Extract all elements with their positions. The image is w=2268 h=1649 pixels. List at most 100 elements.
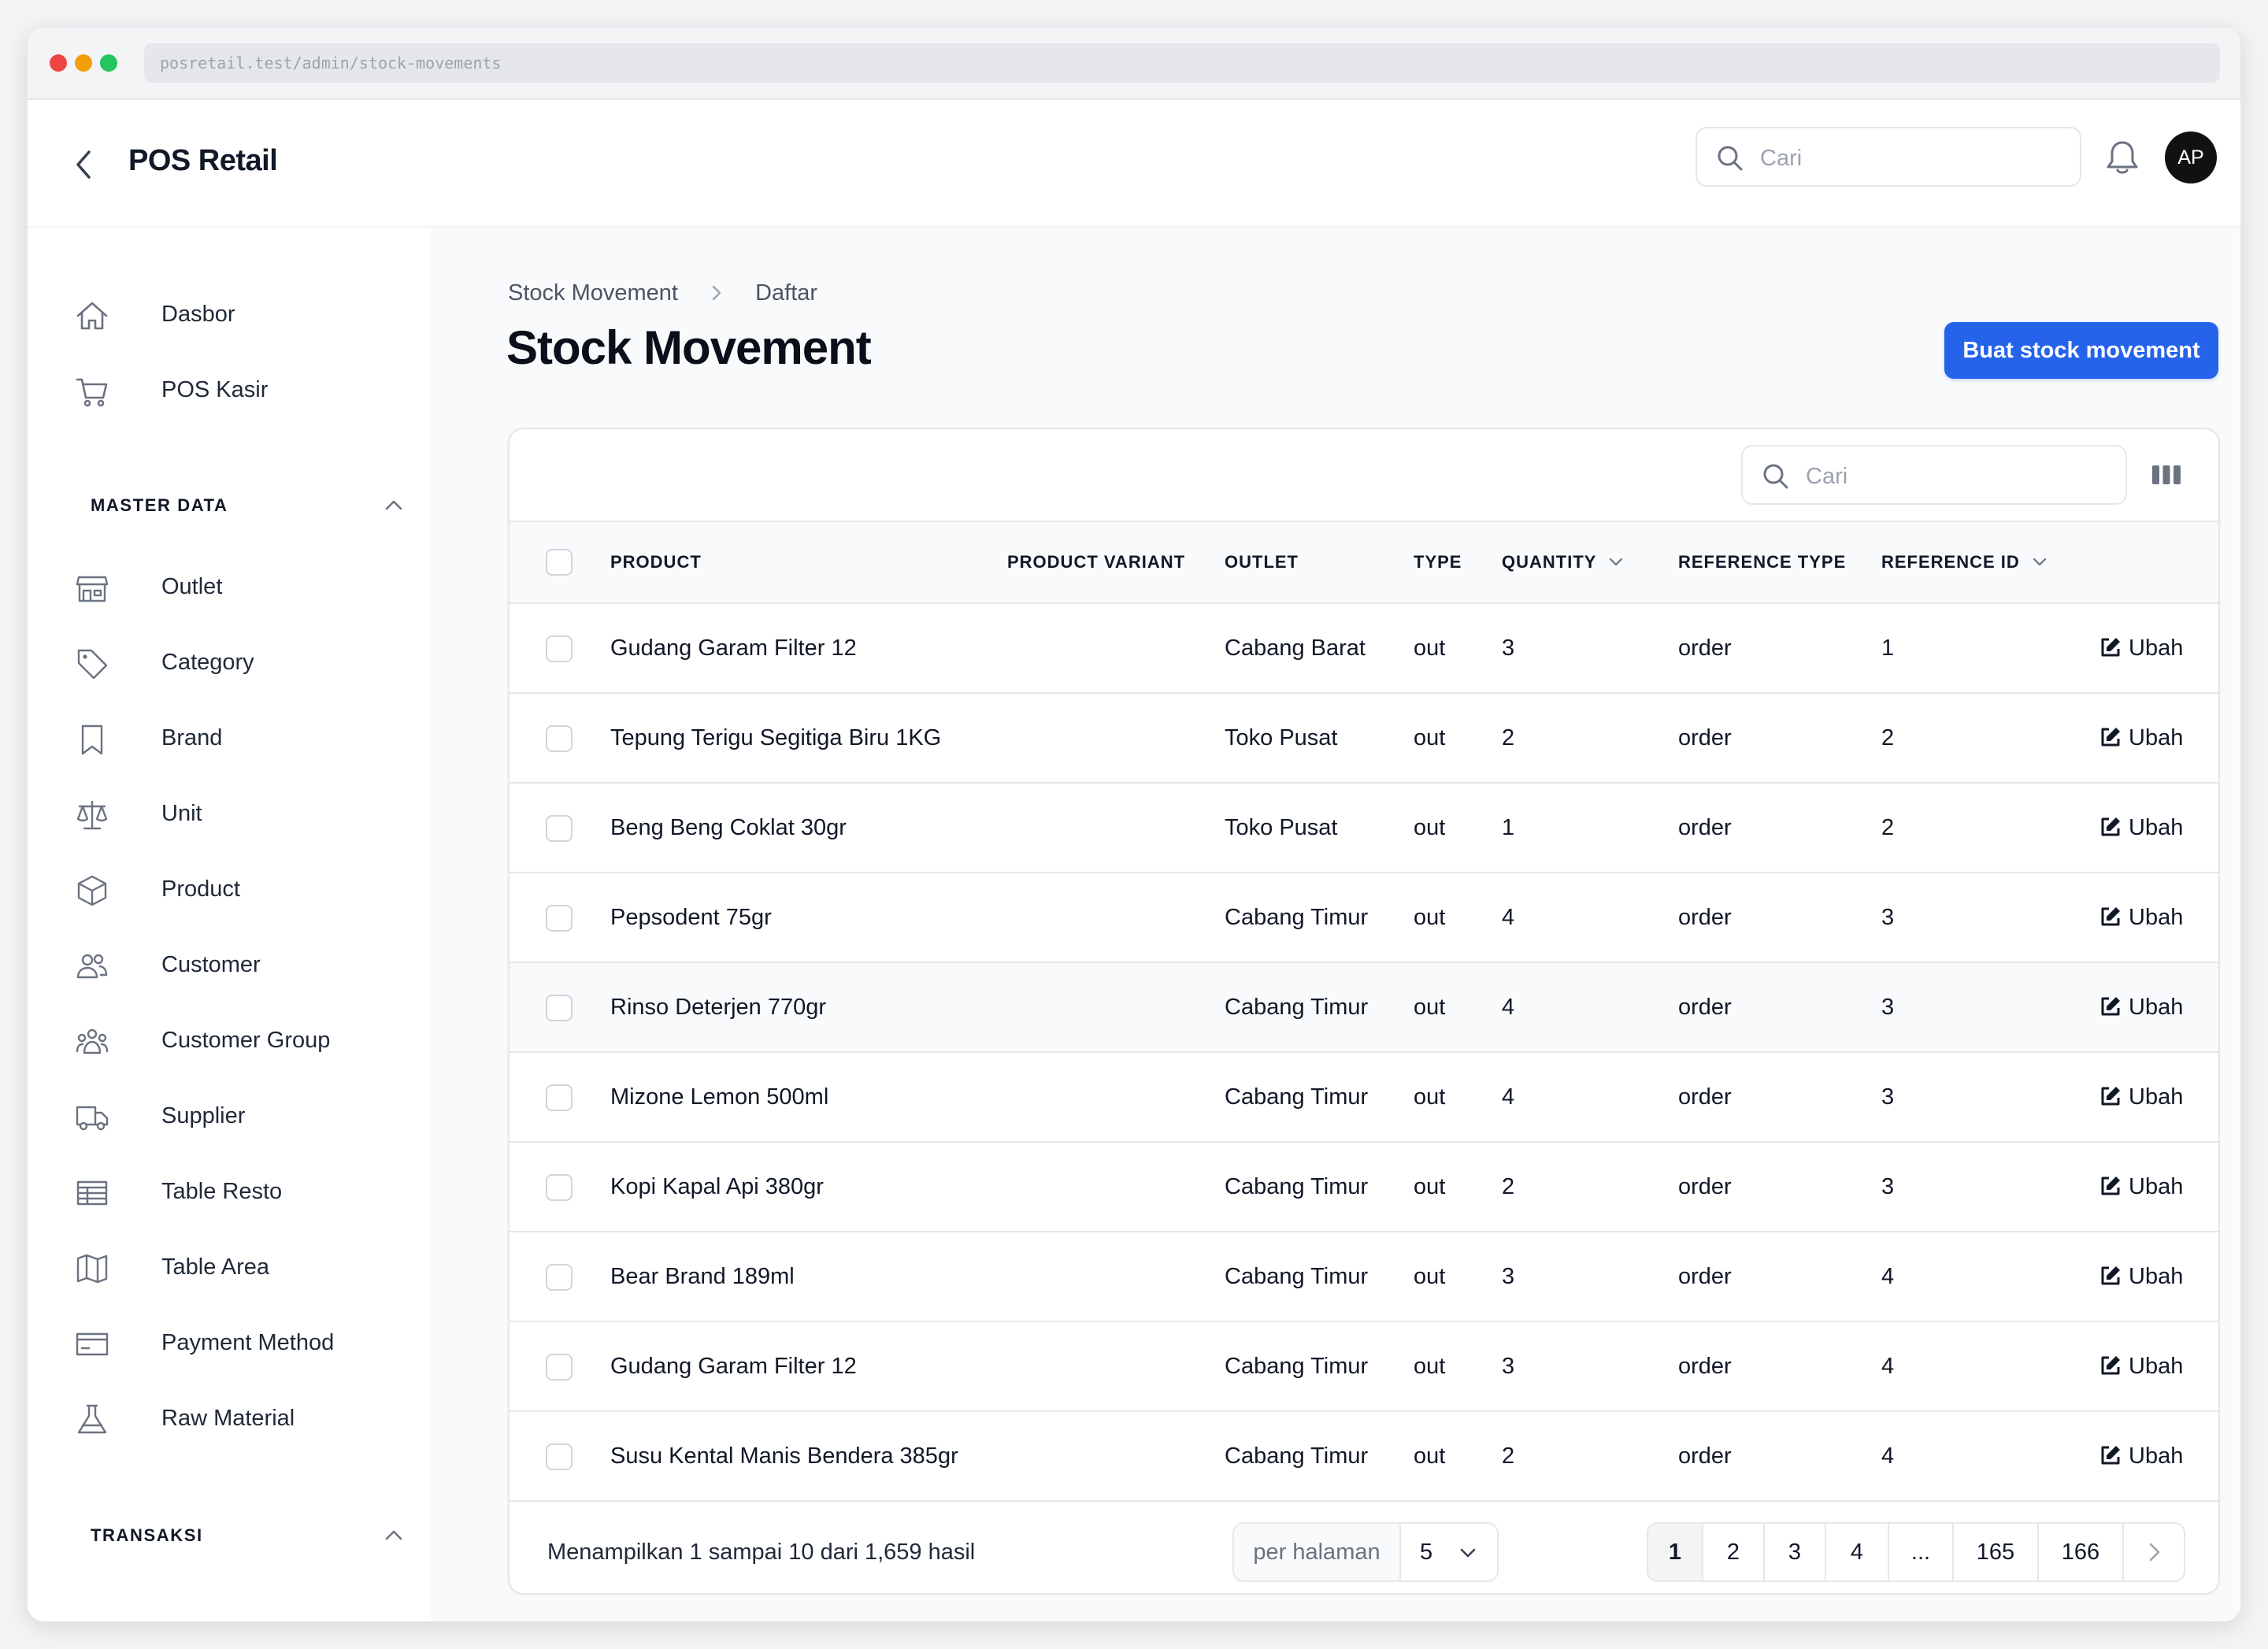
row-checkbox[interactable]	[546, 905, 573, 932]
cell-reference-type: order	[1678, 995, 1732, 1020]
cell-product: Tepung Terigu Segitiga Biru 1KG	[610, 725, 942, 750]
cell-product: Beng Beng Coklat 30gr	[610, 815, 847, 840]
page-button-166[interactable]: 166	[2039, 1524, 2124, 1580]
sidebar-item-pos-kasir[interactable]: POS Kasir	[75, 366, 406, 413]
cell-type: out	[1414, 1174, 1446, 1199]
sidebar-group-label: MASTER DATA	[91, 495, 228, 515]
cell-quantity: 2	[1502, 725, 1515, 750]
sidebar-item-raw-material[interactable]: Raw Material	[75, 1395, 406, 1442]
column-header-reference-type[interactable]: REFERENCE TYPE	[1678, 552, 1846, 573]
table-row[interactable]: Tepung Terigu Segitiga Biru 1KG Toko Pus…	[510, 694, 2218, 784]
table-search-input[interactable]: Cari	[1741, 445, 2127, 505]
browser-window: posretail.test/admin/stock-movements POS…	[27, 27, 2241, 1622]
column-header-outlet[interactable]: OUTLET	[1225, 552, 1299, 573]
sidebar-item-unit[interactable]: Unit	[75, 790, 406, 837]
column-header-product-variant[interactable]: PRODUCT VARIANT	[1007, 552, 1185, 573]
next-page-button[interactable]	[2124, 1524, 2184, 1580]
chevron-right-icon	[2149, 1543, 2160, 1562]
table-row[interactable]: Pepsodent 75gr Cabang Timur out 4 order …	[510, 873, 2218, 963]
avatar[interactable]: AP	[2165, 132, 2217, 183]
sidebar-item-supplier[interactable]: Supplier	[75, 1092, 406, 1139]
table-row[interactable]: Bear Brand 189ml Cabang Timur out 3 orde…	[510, 1232, 2218, 1322]
page-button-1[interactable]: 1	[1648, 1524, 1703, 1580]
table-row[interactable]: Gudang Garam Filter 12 Cabang Barat out …	[510, 604, 2218, 694]
sidebar-item-table-resto[interactable]: Table Resto	[75, 1168, 406, 1215]
scale-icon	[76, 800, 108, 830]
create-stock-movement-button[interactable]: Buat stock movement	[1944, 322, 2218, 379]
table-row[interactable]: Gudang Garam Filter 12 Cabang Timur out …	[510, 1322, 2218, 1412]
column-header-type[interactable]: TYPE	[1414, 552, 1462, 573]
chevron-down-icon	[1610, 558, 1623, 566]
cell-reference-type: order	[1678, 725, 1732, 750]
credit-card-icon	[76, 1332, 109, 1356]
sidebar-item-customer[interactable]: Customer	[75, 941, 406, 988]
row-checkbox[interactable]	[546, 1443, 573, 1470]
row-checkbox[interactable]	[546, 725, 573, 752]
sidebar-item-outlet[interactable]: Outlet	[75, 563, 406, 610]
row-checkbox[interactable]	[546, 1174, 573, 1201]
back-button[interactable]	[70, 147, 98, 182]
page-button-3[interactable]: 3	[1765, 1524, 1826, 1580]
pencil-square-icon	[2101, 817, 2120, 836]
sidebar-item-brand[interactable]: Brand	[75, 714, 406, 762]
address-bar[interactable]: posretail.test/admin/stock-movements	[144, 43, 2220, 83]
column-header-quantity[interactable]: QUANTITY	[1502, 552, 1625, 573]
table-row[interactable]: Rinso Deterjen 770gr Cabang Timur out 4 …	[510, 963, 2218, 1053]
search-icon	[1718, 146, 1743, 171]
page-button-4[interactable]: 4	[1826, 1524, 1889, 1580]
table-row[interactable]: Kopi Kapal Api 380gr Cabang Timur out 2 …	[510, 1143, 2218, 1232]
chevron-left-icon	[76, 150, 91, 179]
cell-product: Pepsodent 75gr	[610, 905, 772, 930]
cell-type: out	[1414, 905, 1446, 930]
select-all-checkbox[interactable]	[546, 549, 573, 576]
sidebar-item-customer-group[interactable]: Customer Group	[75, 1017, 406, 1064]
row-checkbox[interactable]	[546, 1354, 573, 1380]
row-checkbox[interactable]	[546, 1084, 573, 1111]
maximize-window-dot[interactable]	[100, 54, 117, 72]
close-window-dot[interactable]	[50, 54, 67, 72]
row-checkbox[interactable]	[546, 815, 573, 842]
column-header-product[interactable]: PRODUCT	[610, 552, 702, 573]
table-row[interactable]: Beng Beng Coklat 30gr Toko Pusat out 1 o…	[510, 784, 2218, 873]
cell-reference-type: order	[1678, 1354, 1732, 1379]
edit-row-label: Ubah	[2129, 905, 2184, 930]
cell-outlet: Cabang Timur	[1225, 905, 1369, 930]
cell-type: out	[1414, 636, 1446, 661]
cell-reference-type: order	[1678, 636, 1732, 661]
cell-reference-type: order	[1678, 1443, 1732, 1469]
table-row[interactable]: Mizone Lemon 500ml Cabang Timur out 4 or…	[510, 1053, 2218, 1143]
row-checkbox[interactable]	[546, 995, 573, 1021]
table-header: PRODUCT PRODUCT VARIANT OUTLET TYPE QUAN…	[510, 521, 2218, 604]
user-group-icon	[76, 1028, 109, 1054]
sidebar-item-table-area[interactable]: Table Area	[75, 1243, 406, 1291]
main-content: Stock Movement Daftar Stock Movement Bua…	[431, 228, 2240, 1621]
row-checkbox[interactable]	[546, 636, 573, 662]
cell-type: out	[1414, 995, 1446, 1020]
breadcrumb-link[interactable]: Stock Movement	[508, 280, 678, 306]
global-search-input[interactable]: Cari	[1695, 127, 2081, 187]
sidebar-item-label: Table Resto	[161, 1179, 283, 1204]
table-row[interactable]: Susu Kental Manis Bendera 385gr Cabang T…	[510, 1412, 2218, 1502]
sidebar-item-category[interactable]: Category	[75, 639, 406, 686]
sidebar-item-product[interactable]: Product	[75, 865, 406, 913]
sidebar-group-master-data[interactable]: MASTER DATA	[91, 491, 406, 522]
sidebar-group-transaksi[interactable]: TRANSAKSI	[91, 1521, 406, 1552]
minimize-window-dot[interactable]	[75, 54, 92, 72]
row-checkbox[interactable]	[546, 1264, 573, 1291]
column-toggle-button[interactable]	[2151, 459, 2182, 491]
per-page-select[interactable]: per halaman 5	[1232, 1522, 1499, 1582]
cell-reference-id: 2	[1881, 725, 1895, 750]
page-button-2[interactable]: 2	[1703, 1524, 1765, 1580]
cell-outlet: Cabang Timur	[1225, 1354, 1369, 1379]
notifications-button[interactable]	[2103, 138, 2141, 177]
pencil-square-icon	[2101, 1356, 2120, 1375]
cell-outlet: Toko Pusat	[1225, 725, 1338, 750]
cell-reference-type: order	[1678, 1264, 1732, 1289]
sidebar-item-dasbor[interactable]: Dasbor	[75, 291, 406, 338]
column-header-reference-id[interactable]: REFERENCE ID	[1881, 552, 2048, 573]
sidebar-item-label: Customer Group	[161, 1028, 331, 1053]
sidebar-item-payment-method[interactable]: Payment Method	[75, 1319, 406, 1366]
edit-row-label: Ubah	[2129, 1443, 2184, 1469]
cell-reference-id: 4	[1881, 1264, 1895, 1289]
page-button-165[interactable]: 165	[1954, 1524, 2039, 1580]
